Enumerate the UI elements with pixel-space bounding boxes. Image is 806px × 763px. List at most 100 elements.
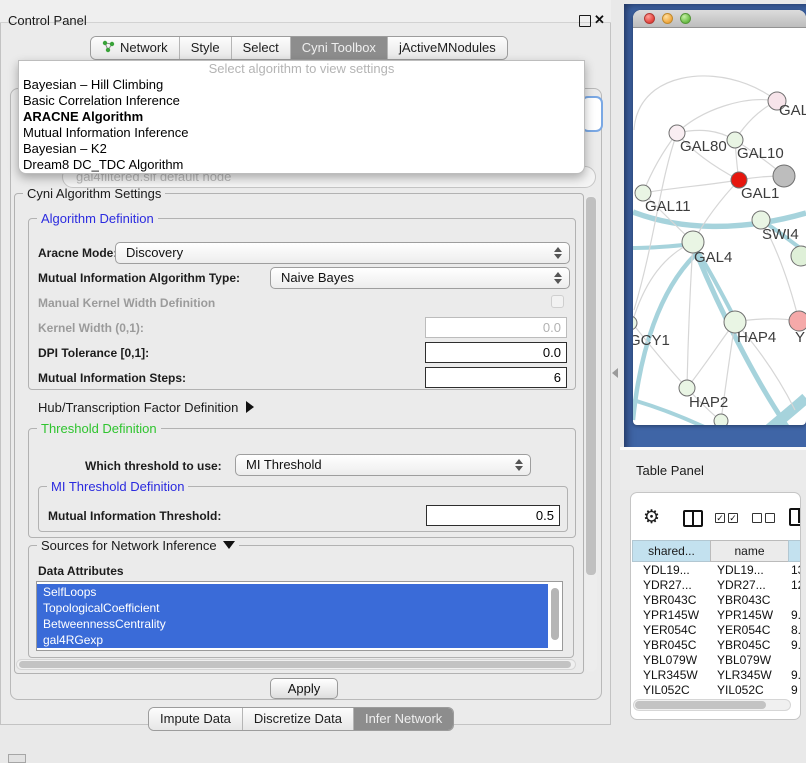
v-scrollbar-thumb[interactable] [586, 197, 596, 575]
table-row[interactable]: YBR043CYBR043C [631, 593, 801, 608]
attribute-item-selected[interactable]: BetweennessCentrality [37, 616, 548, 632]
collapse-down-icon [223, 541, 235, 549]
table-cell: 9. [791, 638, 801, 652]
zoom-traffic-icon[interactable] [680, 13, 691, 24]
settings-vertical-scrollbar[interactable] [585, 195, 597, 672]
table-row[interactable]: YLR345WYLR345W9. [631, 668, 801, 683]
tab-discretize-data[interactable]: Discretize Data [242, 708, 353, 730]
spinner-arrows-icon [515, 458, 523, 472]
tab-select[interactable]: Select [231, 37, 290, 59]
expand-right-icon [246, 401, 254, 413]
control-panel-titlebar [0, 0, 611, 23]
attribute-item-selected[interactable]: gal4RGexp [37, 632, 548, 648]
gear-icon[interactable]: ⚙ [643, 508, 660, 527]
network-edge[interactable] [634, 76, 777, 130]
table-row[interactable]: YPR145WYPR145W9. [631, 608, 801, 623]
table-cell: YDL19... [717, 563, 787, 577]
column-header-shared[interactable]: shared... [632, 540, 711, 562]
bottom-tabstrip: Impute DataDiscretize Data Infer Network [148, 707, 454, 731]
network-edge[interactable] [687, 322, 735, 388]
splitter-collapse-icon[interactable] [612, 368, 618, 378]
manual-kernel-checkbox[interactable] [551, 295, 564, 308]
kernel-width-field[interactable]: 0.0 [425, 317, 567, 338]
clipped-toolbar-icon[interactable] [789, 508, 801, 526]
aracne-mode-combo[interactable]: Discovery [115, 242, 570, 264]
manual-kernel-label: Manual Kernel Width Definition [38, 296, 215, 310]
network-node[interactable] [773, 165, 795, 187]
algorithm-option[interactable]: Bayesian – K2 [19, 141, 584, 157]
table-h-thumb[interactable] [635, 701, 766, 709]
tab-cyni-toolbox[interactable]: Cyni Toolbox [290, 37, 387, 59]
table-row[interactable]: YDL19...YDL19...13 [631, 563, 801, 578]
algorithm-option[interactable]: Dream8 DC_TDC Algorithm [19, 157, 584, 173]
algorithm-option[interactable]: Basic Correlation Inference [19, 93, 584, 109]
algorithm-option[interactable]: Bayesian – Hill Climbing [19, 77, 584, 93]
tab-impute-data[interactable]: Impute Data [149, 708, 242, 730]
float-window-icon[interactable] [579, 15, 591, 27]
settings-horizontal-scrollbar[interactable] [16, 659, 576, 670]
column-header-name[interactable]: name [710, 540, 789, 562]
network-node[interactable] [791, 246, 806, 266]
tab-label: Cyni Toolbox [302, 40, 376, 55]
close-traffic-icon[interactable] [644, 13, 655, 24]
network-node[interactable] [714, 414, 728, 425]
network-canvas[interactable]: GAL2GAL80GAL10GAL1GAL11SWI4GAL4GCY1HAP4Y… [633, 28, 806, 425]
h-scrollbar-thumb[interactable] [19, 661, 571, 668]
tab-label: Style [191, 40, 220, 55]
algorithm-option[interactable]: ARACNE Algorithm [19, 109, 584, 125]
algorithm-dropdown-list: Bayesian – Hill ClimbingBasic Correlatio… [19, 77, 584, 173]
algorithm-option[interactable]: Mutual Information Inference [19, 125, 584, 141]
table-row[interactable]: YER054CYER054C8. [631, 623, 801, 638]
close-icon[interactable]: ✕ [594, 12, 605, 28]
mi-type-combo[interactable]: Naive Bayes [270, 267, 570, 289]
sources-group-title[interactable]: Sources for Network Inference [37, 538, 239, 553]
network-edge[interactable] [677, 100, 777, 133]
network-edge[interactable] [693, 180, 739, 242]
mi-steps-field[interactable]: 6 [425, 367, 567, 388]
table-row[interactable]: YDR27...YDR27...12 [631, 578, 801, 593]
table-cell: YLR345W [643, 668, 713, 682]
network-edge[interactable] [643, 133, 677, 193]
network-node-y[interactable] [789, 311, 806, 331]
attribute-item-selected[interactable]: TopologicalCoefficient [37, 600, 548, 616]
checked-box-icon[interactable]: ✓ [728, 513, 738, 523]
network-node-label: GAL1 [741, 185, 779, 202]
unchecked-box-icon[interactable] [752, 513, 762, 523]
aracne-mode-value: Discovery [126, 245, 183, 260]
hub-definition-toggle[interactable]: Hub/Transcription Factor Definition [38, 400, 254, 415]
table-row[interactable]: YBR045CYBR045C9. [631, 638, 801, 653]
split-columns-icon[interactable] [683, 510, 703, 527]
network-window-titlebar [633, 10, 806, 28]
attribute-item-selected[interactable]: SelfLoops [37, 584, 548, 600]
minimize-traffic-icon[interactable] [662, 13, 673, 24]
threshold-definition-title: Threshold Definition [37, 421, 161, 436]
list-scrollbar-thumb[interactable] [551, 588, 559, 640]
data-attributes-list[interactable]: SelfLoopsTopologicalCoefficientBetweenne… [36, 581, 563, 651]
dpi-tolerance-field[interactable]: 0.0 [425, 342, 567, 363]
tab-style[interactable]: Style [179, 37, 231, 59]
tab-label: Infer Network [365, 711, 442, 726]
tab-network[interactable]: Network [91, 37, 179, 59]
column-header-clipped[interactable] [788, 540, 801, 562]
table-cell: YDR27... [717, 578, 787, 592]
table-horizontal-scrollbar[interactable] [633, 699, 791, 711]
table-cell: 9. [791, 608, 801, 622]
mi-threshold-field[interactable]: 0.5 [426, 505, 560, 526]
network-edge[interactable] [643, 180, 739, 193]
table-cell: YER054C [643, 623, 713, 637]
table-row[interactable]: YIL052CYIL052C9 [631, 683, 801, 698]
apply-button[interactable]: Apply [270, 678, 338, 699]
checked-box-icon[interactable]: ✓ [715, 513, 725, 523]
table-row[interactable]: YBL079WYBL079W [631, 653, 801, 668]
tab-infer-network[interactable]: Infer Network [353, 708, 453, 730]
network-node-label: SWI4 [762, 226, 799, 243]
tab-label: jActiveMNodules [399, 40, 496, 55]
unchecked-box-icon[interactable] [765, 513, 775, 523]
control-panel-title: Control Panel [8, 13, 87, 28]
tab-jactivemnodules[interactable]: jActiveMNodules [387, 37, 507, 59]
network-node-label: Y [795, 329, 805, 346]
which-threshold-combo[interactable]: MI Threshold [235, 454, 531, 476]
table-cell: YPR145W [643, 608, 713, 622]
mi-threshold-label: Mutual Information Threshold: [48, 509, 221, 523]
network-node-label: GCY1 [633, 332, 670, 349]
